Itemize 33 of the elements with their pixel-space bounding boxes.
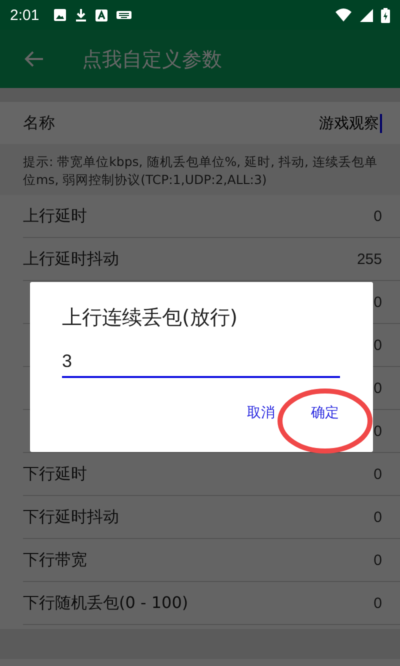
setting-label: 下行随机丢包(0 - 100) [23, 592, 188, 614]
dialog-title: 上行连续丢包(放行) [62, 304, 239, 331]
setting-value: 0 [374, 466, 382, 483]
setting-value: 0 [374, 294, 382, 311]
wifi-icon [335, 8, 352, 22]
input-field[interactable]: 3 [62, 349, 340, 378]
setting-value: 0 [374, 552, 382, 569]
setting-label: 下行延时 [23, 464, 87, 485]
setting-value: 0 [374, 422, 382, 440]
confirm-button[interactable]: 确定 [307, 400, 343, 426]
setting-label: 上行延时 [23, 206, 87, 227]
name-label: 名称 [23, 112, 55, 134]
download-icon [75, 8, 88, 22]
image-icon [53, 8, 68, 22]
status-time: 2:01 [10, 6, 40, 24]
setting-value: 0 [374, 508, 382, 526]
back-icon[interactable] [24, 50, 44, 68]
setting-label: 下行延时抖动 [23, 506, 119, 528]
setting-value: 255 [356, 250, 382, 268]
keyboard-icon [116, 10, 132, 20]
setting-label: 上行延时抖动 [23, 248, 119, 270]
cancel-button[interactable]: 取消 [243, 400, 279, 426]
setting-label: 下行带宽 [23, 550, 87, 571]
setting-value: 0 [374, 336, 382, 354]
font-icon [95, 8, 108, 22]
setting-value: 0 [374, 380, 382, 397]
screen-title: 点我自定义参数 [82, 46, 222, 72]
setting-value: 0 [374, 594, 382, 612]
battery-icon [381, 8, 390, 22]
signal-icon [360, 8, 373, 22]
setting-value: 0 [374, 208, 382, 225]
hint-text: 提示: 带宽单位kbps, 随机丢包单位%, 延时, 抖动, 连续丢包单位ms, 弱网控制协议(TCP:1,UDP:2,ALL:3) [0, 144, 400, 196]
name-field[interactable]: 游戏观察 [319, 114, 382, 132]
